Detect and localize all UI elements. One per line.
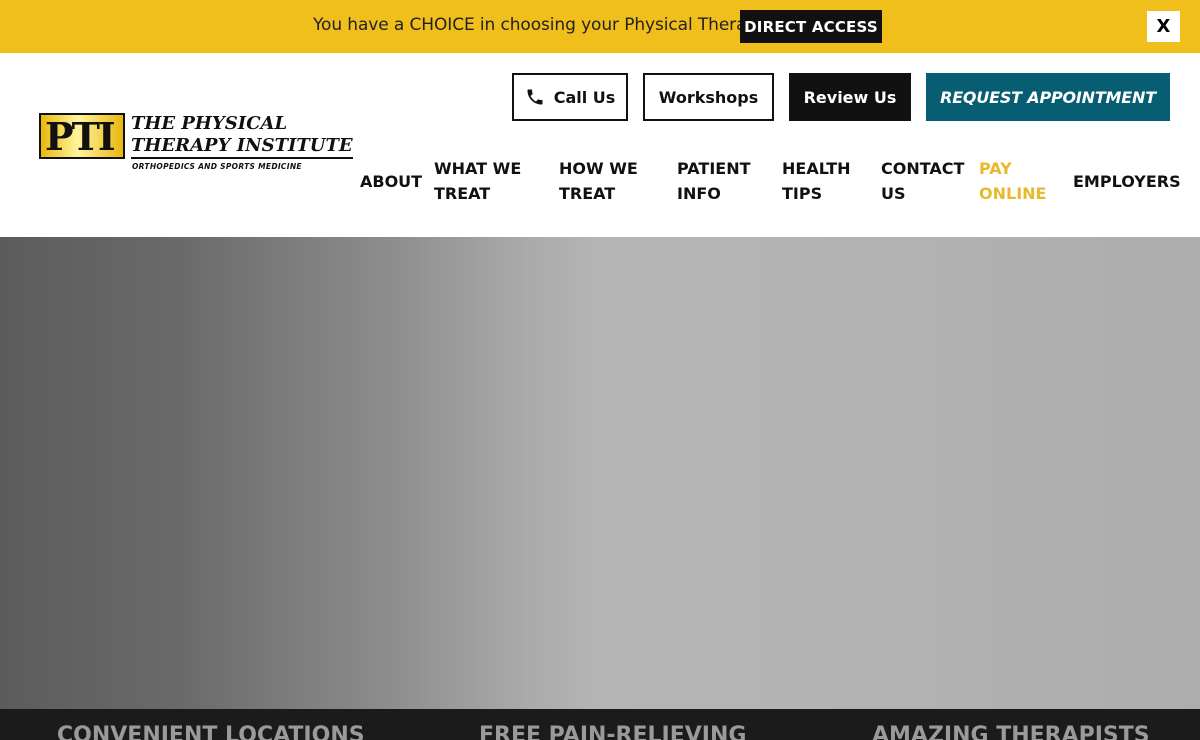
logo-letters: PTI — [45, 114, 116, 159]
logo-title-line2: THERAPY INSTITUTE — [131, 135, 353, 159]
nav-about[interactable]: ABOUT — [360, 169, 422, 194]
nav-what-we-treat[interactable]: WHAT WE TREAT — [434, 156, 521, 206]
nav-health-tips-line1: HEALTH — [782, 159, 851, 178]
nav-pay-online-line1: PAY — [979, 159, 1012, 178]
nav-patient-info-line1: PATIENT — [677, 159, 751, 178]
nav-how-we-treat-line1: HOW WE — [559, 159, 638, 178]
nav-contact-us-line1: CONTACT — [881, 159, 965, 178]
nav-contact-us[interactable]: CONTACT US — [881, 156, 964, 206]
nav-employers-label: EMPLOYERS — [1073, 172, 1181, 191]
nav-employers[interactable]: EMPLOYERS — [1073, 169, 1181, 194]
feature-locations[interactable]: CONVENIENT LOCATIONS — [57, 723, 365, 740]
logo-tagline: ORTHOPEDICS AND SPORTS MEDICINE — [132, 162, 302, 171]
nav-how-we-treat[interactable]: HOW WE TREAT — [559, 156, 638, 206]
call-us-label: Call Us — [553, 87, 616, 107]
nav-what-we-treat-line1: WHAT WE — [434, 159, 522, 178]
workshops-button[interactable]: Workshops — [643, 73, 774, 121]
logo-emblem: PTI — [39, 113, 125, 159]
direct-access-button[interactable]: DIRECT ACCESS — [740, 10, 882, 43]
call-us-button[interactable]: Call Us — [512, 73, 628, 121]
logo-title-line1: THE PHYSICAL — [131, 113, 288, 134]
feature-band: CONVENIENT LOCATIONS FREE PAIN-RELIEVING… — [0, 709, 1200, 740]
request-appointment-button[interactable]: REQUEST APPOINTMENT — [926, 73, 1170, 121]
nav-what-we-treat-line2: TREAT — [434, 184, 491, 203]
site-header: PTI THE PHYSICAL THERAPY INSTITUTE ORTHO… — [0, 53, 1200, 237]
nav-health-tips[interactable]: HEALTH TIPS — [782, 156, 851, 206]
nav-how-we-treat-line2: TREAT — [559, 184, 616, 203]
announcement-text: You have a CHOICE in choosing your Physi… — [313, 15, 778, 35]
nav-contact-us-line2: US — [881, 184, 906, 203]
hero-banner — [0, 237, 1200, 709]
review-us-button[interactable]: Review Us — [789, 73, 911, 121]
nav-pay-online-line2: ONLINE — [979, 184, 1047, 203]
nav-pay-online[interactable]: PAY ONLINE — [979, 156, 1046, 206]
nav-patient-info[interactable]: PATIENT INFO — [677, 156, 751, 206]
close-announcement-button[interactable]: X — [1147, 11, 1180, 42]
nav-about-label: ABOUT — [360, 172, 423, 191]
nav-health-tips-line2: TIPS — [782, 184, 823, 203]
feature-free-pain-relieving[interactable]: FREE PAIN-RELIEVING — [479, 723, 746, 740]
announcement-bar: You have a CHOICE in choosing your Physi… — [0, 0, 1200, 53]
nav-patient-info-line2: INFO — [677, 184, 721, 203]
site-logo[interactable]: PTI THE PHYSICAL THERAPY INSTITUTE ORTHO… — [39, 113, 353, 173]
feature-therapists[interactable]: AMAZING THERAPISTS — [872, 723, 1150, 740]
phone-icon — [527, 89, 543, 105]
